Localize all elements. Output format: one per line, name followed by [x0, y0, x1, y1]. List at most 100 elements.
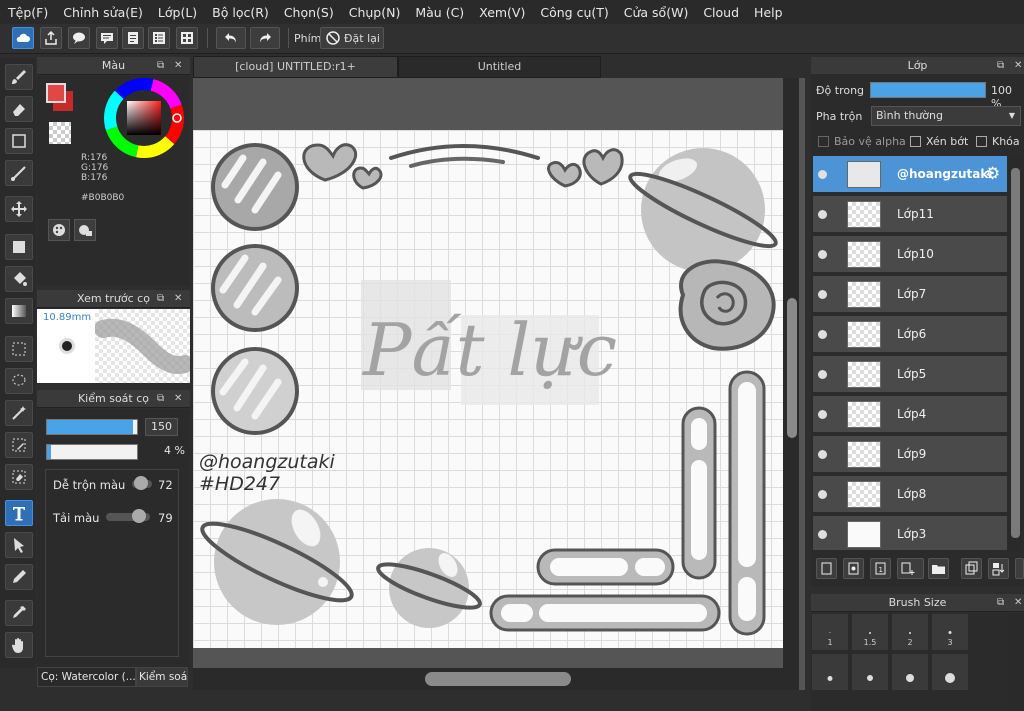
color-wheel[interactable] — [103, 77, 185, 159]
protect-alpha-checkbox[interactable] — [818, 136, 829, 147]
brush-opacity-slider[interactable] — [46, 444, 138, 460]
select-eraser-tool[interactable] — [5, 464, 33, 490]
text-tool[interactable] — [5, 500, 33, 526]
layer-row[interactable]: Lớp7 — [813, 276, 1007, 314]
horizontal-scroll-thumb[interactable] — [425, 672, 571, 686]
new-halftone-layer-button[interactable] — [843, 558, 864, 579]
add-layer-menu-button[interactable] — [897, 558, 924, 579]
close-icon[interactable]: ✕ — [174, 57, 182, 75]
palette-button[interactable] — [48, 219, 70, 241]
layer-opacity-slider[interactable] — [870, 82, 986, 98]
menu-color[interactable]: Màu (C) — [415, 5, 464, 20]
blend-knob[interactable] — [134, 476, 148, 490]
menu-help[interactable]: Help — [754, 5, 783, 20]
brush-tool[interactable] — [5, 64, 33, 90]
menu-edit[interactable]: Chỉnh sửa(E) — [63, 5, 143, 20]
visibility-icon[interactable] — [818, 330, 827, 339]
gradient-tool[interactable] — [5, 298, 33, 324]
blend-mode-select[interactable]: Bình thường ▼ — [871, 106, 1021, 126]
list-button[interactable] — [148, 27, 170, 49]
menu-filter[interactable]: Bộ lọc(R) — [212, 5, 269, 20]
select-pen-tool[interactable] — [5, 432, 33, 458]
menu-window[interactable]: Cửa sổ(W) — [624, 5, 689, 20]
undo-button[interactable] — [216, 27, 246, 49]
brush-size-cell[interactable]: 2 — [891, 613, 929, 651]
menu-capture[interactable]: Chụp(N) — [349, 5, 401, 20]
layer-row[interactable]: Lớp5 — [813, 356, 1007, 394]
layer-scroll-thumb[interactable] — [1011, 168, 1020, 538]
brush-size-scrollbar[interactable] — [1008, 613, 1024, 711]
transparent-color-swatch[interactable] — [49, 122, 71, 144]
visibility-icon[interactable] — [818, 370, 827, 379]
close-icon[interactable]: ✕ — [1014, 57, 1022, 75]
brush-tab-watercolor[interactable]: Cọ: Watercolor (... — [37, 667, 136, 687]
grid-button[interactable] — [176, 27, 198, 49]
vertical-scroll-thumb[interactable] — [787, 298, 797, 438]
popout-icon[interactable]: ⧉ — [997, 594, 1004, 612]
operation-tool[interactable] — [5, 532, 33, 558]
folder-button[interactable] — [928, 558, 949, 579]
layer-row[interactable]: Lớp3 — [813, 516, 1007, 552]
bucket-tool[interactable] — [5, 266, 33, 292]
hand-tool[interactable] — [5, 632, 33, 658]
close-icon[interactable]: ✕ — [174, 390, 182, 408]
canvas-viewport[interactable]: Pất lực @hoangzutaki #HD247 — [193, 78, 805, 690]
visibility-icon[interactable] — [818, 250, 827, 259]
drawing-canvas[interactable]: Pất lực @hoangzutaki #HD247 — [193, 130, 785, 648]
merge-layer-button[interactable] — [988, 558, 1009, 579]
menu-view[interactable]: Xem(V) — [479, 5, 525, 20]
clipping-checkbox[interactable] — [910, 136, 921, 147]
popout-icon[interactable]: ⧉ — [997, 57, 1004, 75]
layer-row[interactable]: Lớp8 — [813, 476, 1007, 514]
popout-icon[interactable]: ⧉ — [157, 290, 164, 308]
layer-row[interactable]: Lớp10 — [813, 236, 1007, 274]
layer-row[interactable]: Lớp4 — [813, 396, 1007, 434]
layer-row[interactable]: Lớp6 — [813, 316, 1007, 354]
duplicate-layer-button[interactable] — [961, 558, 982, 579]
popout-icon[interactable]: ⧉ — [157, 57, 164, 75]
new-1bit-layer-button[interactable]: 1 — [870, 558, 891, 579]
brush-size-cell[interactable]: 1.5 — [851, 613, 889, 651]
foreground-color-swatch[interactable] — [46, 83, 66, 103]
visibility-icon[interactable] — [818, 290, 827, 299]
brush-size-cell[interactable] — [891, 653, 929, 691]
fill-rect-tool[interactable] — [5, 234, 33, 260]
menu-select[interactable]: Chọn(S) — [284, 5, 334, 20]
brush-size-cell[interactable]: 1 — [811, 613, 849, 651]
move-tool[interactable] — [5, 196, 33, 222]
visibility-icon[interactable] — [818, 170, 827, 179]
brush-size-cell[interactable] — [931, 653, 969, 691]
share-button[interactable] — [40, 27, 62, 49]
brush-size-slider[interactable] — [46, 419, 138, 435]
menu-layer[interactable]: Lớp(L) — [158, 5, 197, 20]
layer-row[interactable]: Lớp11 — [813, 196, 1007, 234]
new-layer-button[interactable] — [816, 558, 837, 579]
brush-size-value[interactable]: 150 — [145, 418, 178, 436]
magic-wand-tool[interactable] — [5, 400, 33, 426]
redo-button[interactable] — [250, 27, 280, 49]
doc-tab-untitled[interactable]: Untitled — [398, 56, 601, 78]
gear-icon[interactable]: ⚙ — [985, 164, 1000, 184]
popout-icon[interactable]: ⧉ — [157, 390, 164, 408]
visibility-icon[interactable] — [818, 210, 827, 219]
lasso-tool[interactable] — [5, 368, 33, 394]
pen-tool[interactable] — [5, 564, 33, 590]
menu-file[interactable]: Tệp(F) — [8, 5, 48, 20]
visibility-icon[interactable] — [818, 530, 827, 539]
visibility-icon[interactable] — [818, 490, 827, 499]
cloud-button[interactable] — [12, 27, 34, 49]
document-button[interactable] — [122, 27, 144, 49]
message-button[interactable] — [96, 27, 118, 49]
rectangle-tool[interactable] — [5, 128, 33, 154]
color-set-button[interactable] — [74, 219, 96, 241]
reset-button[interactable]: Đặt lại — [320, 27, 384, 49]
doc-tab-cloud[interactable]: [cloud] UNTITLED:r1+ — [193, 56, 398, 78]
rect-select-tool[interactable] — [5, 336, 33, 362]
line-tool[interactable] — [5, 160, 33, 186]
brush-tab-control[interactable]: Kiểm soá... — [136, 667, 188, 687]
visibility-icon[interactable] — [818, 450, 827, 459]
load-knob[interactable] — [132, 509, 146, 523]
layer-row[interactable]: Lớp9 — [813, 436, 1007, 474]
close-icon[interactable]: ✕ — [1014, 594, 1022, 612]
brush-size-cell[interactable] — [811, 653, 849, 691]
